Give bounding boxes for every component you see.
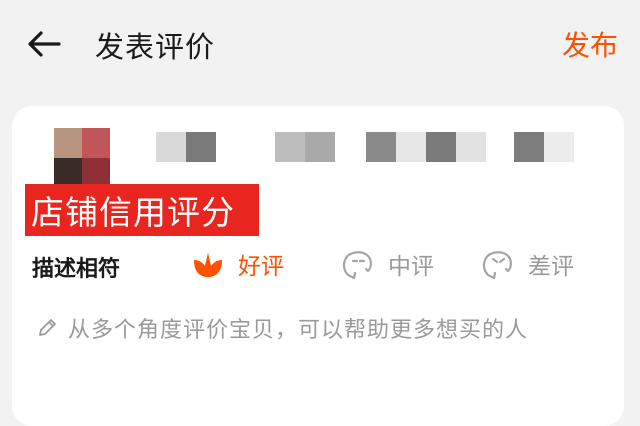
rating-label: 描述相符 <box>32 257 121 282</box>
rating-option-label: 差评 <box>528 254 574 280</box>
product-thumbnails <box>54 128 594 188</box>
header-bar: 发表评价 发布 <box>0 0 640 92</box>
comment-input[interactable]: 从多个角度评价宝贝，可以帮助更多想买的人 <box>36 310 606 346</box>
back-arrow-icon <box>28 31 61 57</box>
back-button[interactable] <box>22 22 66 66</box>
page-title: 发表评价 <box>95 30 216 64</box>
store-credit-banner: 店铺信用评分 <box>25 184 259 236</box>
rating-option-good[interactable]: 好评 <box>190 244 284 284</box>
publish-button[interactable]: 发布 <box>562 24 618 64</box>
pencil-icon <box>39 319 56 336</box>
product-image[interactable] <box>54 128 114 188</box>
neutral-face-icon <box>342 251 372 280</box>
rating-option-bad[interactable]: 差评 <box>480 244 574 284</box>
rating-option-label: 好评 <box>238 254 284 280</box>
bad-face-icon <box>482 251 512 280</box>
rating-option-neutral[interactable]: 中评 <box>340 244 434 284</box>
rating-option-label: 中评 <box>388 254 434 280</box>
comment-placeholder: 从多个角度评价宝贝，可以帮助更多想买的人 <box>68 318 529 343</box>
flower-icon <box>194 251 222 277</box>
